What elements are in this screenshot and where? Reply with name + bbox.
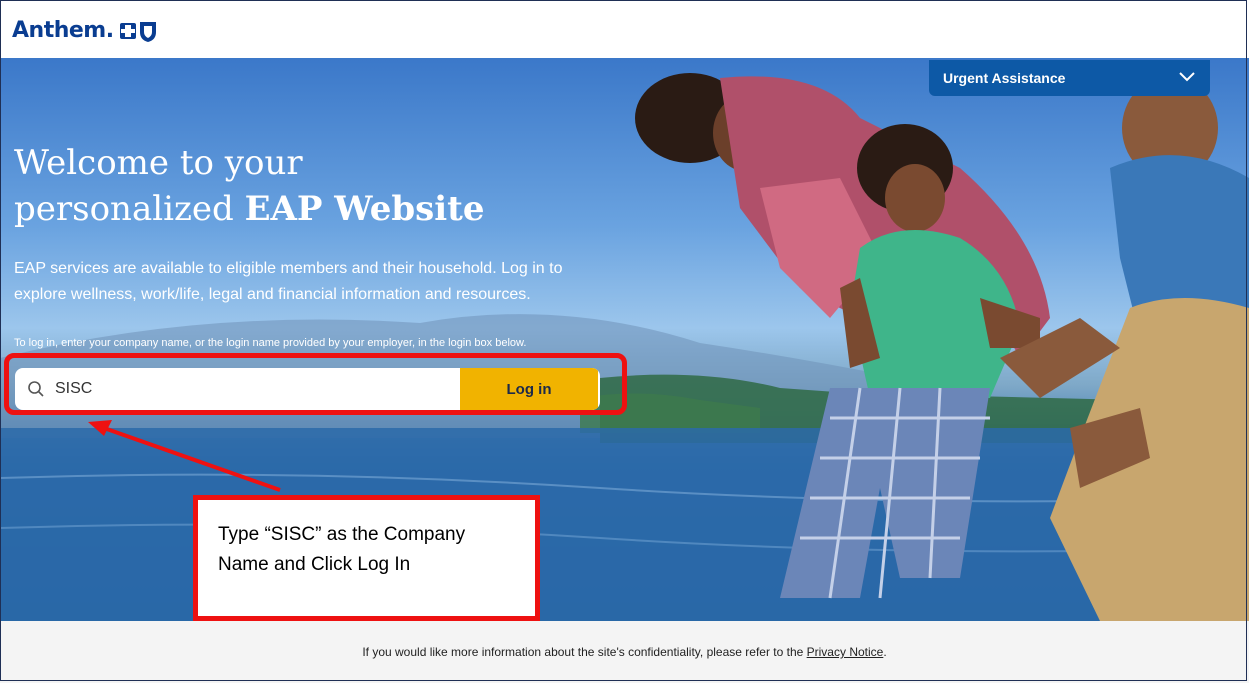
site-footer: If you would like more information about… — [0, 621, 1249, 683]
hero-banner: Urgent Assistance Welcome to your person… — [0, 58, 1249, 621]
footer-text: If you would like more information about… — [362, 645, 807, 659]
blue-cross-shield-icon — [118, 20, 158, 42]
chevron-down-icon — [1178, 70, 1196, 86]
site-header: Anthem. — [0, 0, 1249, 58]
instruction-callout: Type “SISC” as the Company Name and Clic… — [193, 495, 540, 621]
footer-suffix: . — [883, 645, 887, 659]
anthem-logo[interactable]: Anthem. — [12, 18, 158, 43]
urgent-assistance-label: Urgent Assistance — [943, 70, 1066, 86]
privacy-notice-link[interactable]: Privacy Notice — [807, 645, 884, 659]
logo-text: Anthem. — [12, 18, 114, 43]
urgent-assistance-dropdown[interactable]: Urgent Assistance — [929, 60, 1210, 96]
